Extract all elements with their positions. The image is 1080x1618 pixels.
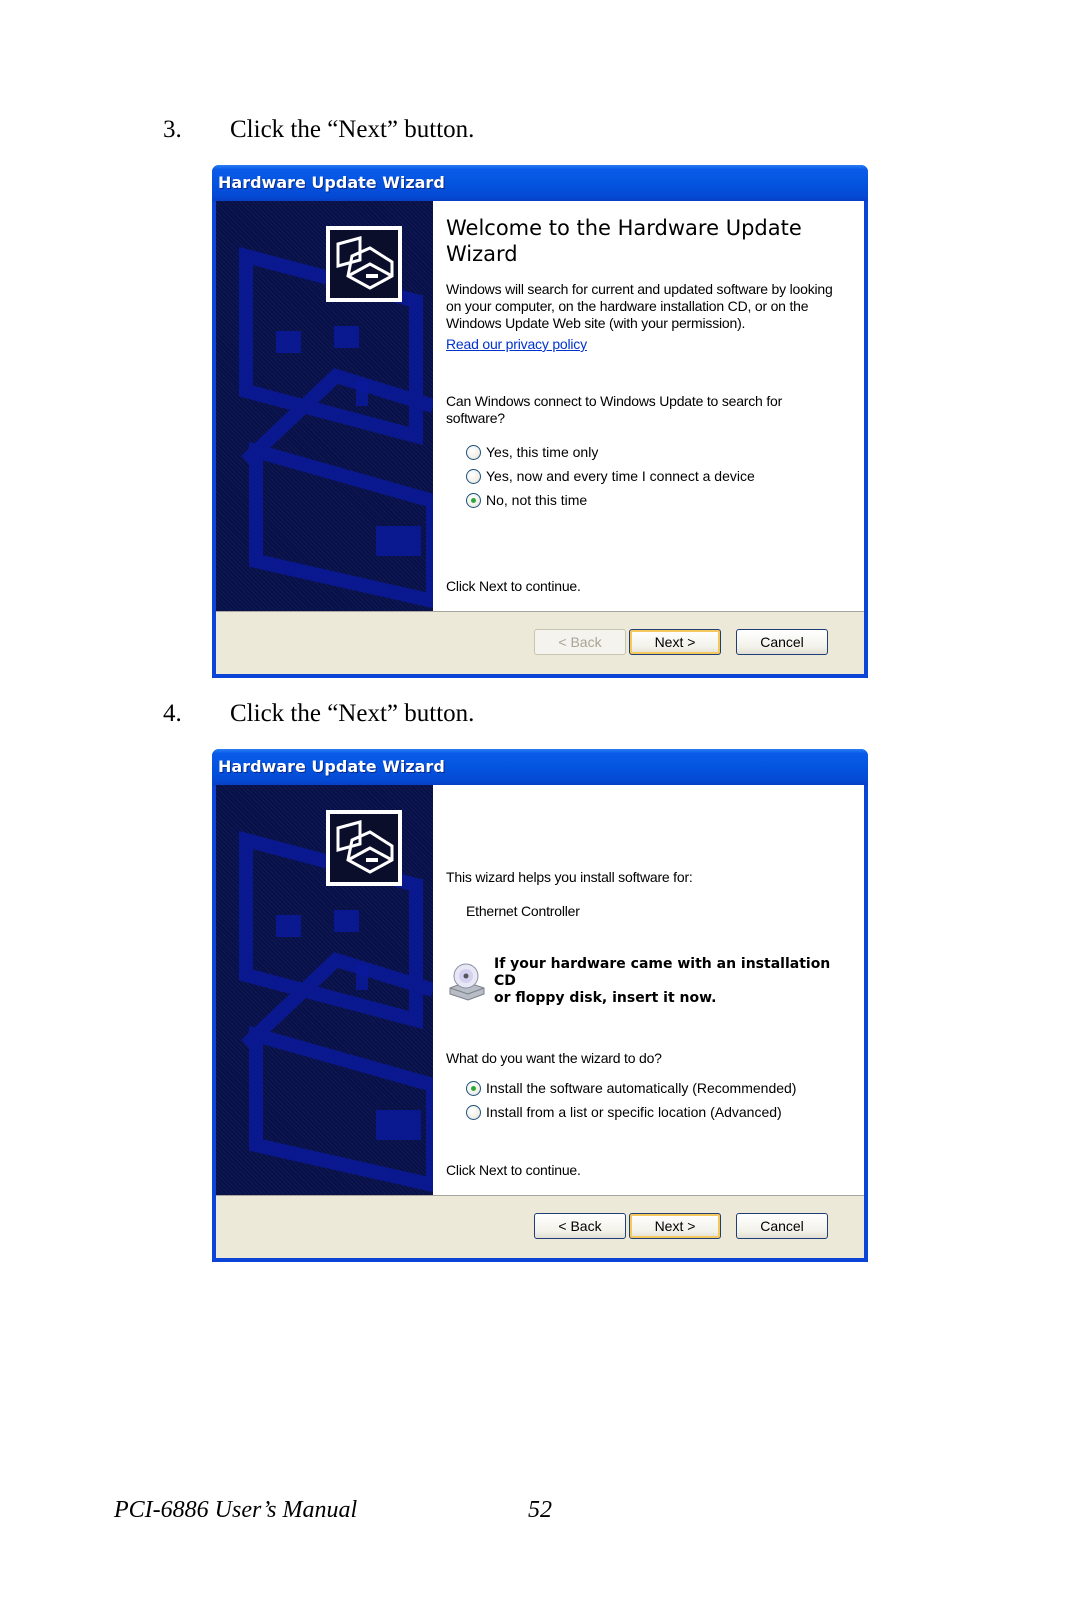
cancel-button[interactable]: Cancel bbox=[736, 1213, 828, 1239]
radio-label: Yes, this time only bbox=[486, 444, 599, 460]
radio-option-no[interactable]: No, not this time bbox=[466, 488, 850, 512]
radio-button[interactable] bbox=[466, 444, 481, 460]
hardware-update-wizard-install-dialog: Hardware Update Wizard This wizard helps… bbox=[212, 749, 868, 1262]
cd-note-line-2: or floppy disk, insert it now. bbox=[494, 990, 717, 1006]
window-title: Hardware Update Wizard bbox=[212, 749, 868, 785]
wizard-sidebar-graphic bbox=[216, 785, 433, 1195]
wizard-intro-text: Windows will search for current and upda… bbox=[446, 281, 833, 331]
continue-hint: Click Next to continue. bbox=[446, 1162, 581, 1178]
back-button[interactable]: < Back bbox=[534, 1213, 626, 1239]
window-title: Hardware Update Wizard bbox=[212, 165, 868, 201]
next-button[interactable]: Next > bbox=[629, 1213, 721, 1239]
wizard-sidebar-graphic bbox=[216, 201, 433, 611]
wizard-button-bar: < Back Next > Cancel bbox=[216, 612, 864, 674]
radio-button[interactable] bbox=[466, 1104, 481, 1120]
cd-drive-icon bbox=[446, 962, 488, 1002]
hardware-icon bbox=[326, 810, 402, 886]
cd-note-line-1: If your hardware came with an installati… bbox=[494, 956, 831, 989]
wizard-heading: Welcome to the Hardware Update Wizard bbox=[446, 216, 802, 266]
radio-label: No, not this time bbox=[486, 492, 588, 508]
wizard-button-bar: < Back Next > Cancel bbox=[216, 1196, 864, 1258]
page-number: 52 bbox=[528, 1497, 552, 1523]
radio-option-yes-this-time[interactable]: Yes, this time only bbox=[466, 440, 850, 464]
wizard-question: What do you want the wizard to do? bbox=[446, 1050, 662, 1066]
wizard-intro-text: This wizard helps you install software f… bbox=[446, 869, 693, 885]
insert-cd-note: If your hardware came with an installati… bbox=[446, 956, 850, 1007]
back-button[interactable]: < Back bbox=[534, 629, 626, 655]
radio-label: Yes, now and every time I connect a devi… bbox=[486, 468, 755, 484]
cancel-button[interactable]: Cancel bbox=[736, 629, 828, 655]
radio-button-selected[interactable] bbox=[466, 1080, 481, 1096]
device-name: Ethernet Controller bbox=[466, 903, 580, 919]
wizard-content: Welcome to the Hardware Update Wizard Wi… bbox=[433, 201, 864, 611]
next-button[interactable]: Next > bbox=[629, 629, 721, 655]
radio-option-install-automatically[interactable]: Install the software automatically (Reco… bbox=[466, 1076, 850, 1100]
radio-label: Install the software automatically (Reco… bbox=[486, 1080, 797, 1096]
continue-hint: Click Next to continue. bbox=[446, 578, 581, 594]
manual-title: PCI-6886 User’s Manual bbox=[114, 1497, 358, 1523]
radio-label: Install from a list or specific location… bbox=[486, 1104, 782, 1120]
hardware-update-wizard-welcome-dialog: Hardware Update Wizard Welcome to the Ha… bbox=[212, 165, 868, 678]
update-question: Can Windows connect to Windows Update to… bbox=[446, 393, 783, 426]
step-number: 3. bbox=[163, 116, 182, 143]
step-3-instruction: 3. Click the “Next” button. bbox=[163, 116, 474, 144]
step-number: 4. bbox=[163, 700, 182, 727]
radio-option-install-from-list[interactable]: Install from a list or specific location… bbox=[466, 1100, 850, 1124]
step-text: Click the “Next” button. bbox=[230, 700, 475, 727]
radio-button[interactable] bbox=[466, 468, 481, 484]
hardware-icon bbox=[326, 226, 402, 302]
wizard-content: This wizard helps you install software f… bbox=[433, 785, 864, 1195]
radio-button-selected[interactable] bbox=[466, 492, 481, 508]
privacy-policy-link[interactable]: Read our privacy policy bbox=[446, 336, 587, 353]
step-4-instruction: 4. Click the “Next” button. bbox=[163, 700, 474, 728]
step-text: Click the “Next” button. bbox=[230, 116, 475, 143]
radio-option-yes-always[interactable]: Yes, now and every time I connect a devi… bbox=[466, 464, 850, 488]
